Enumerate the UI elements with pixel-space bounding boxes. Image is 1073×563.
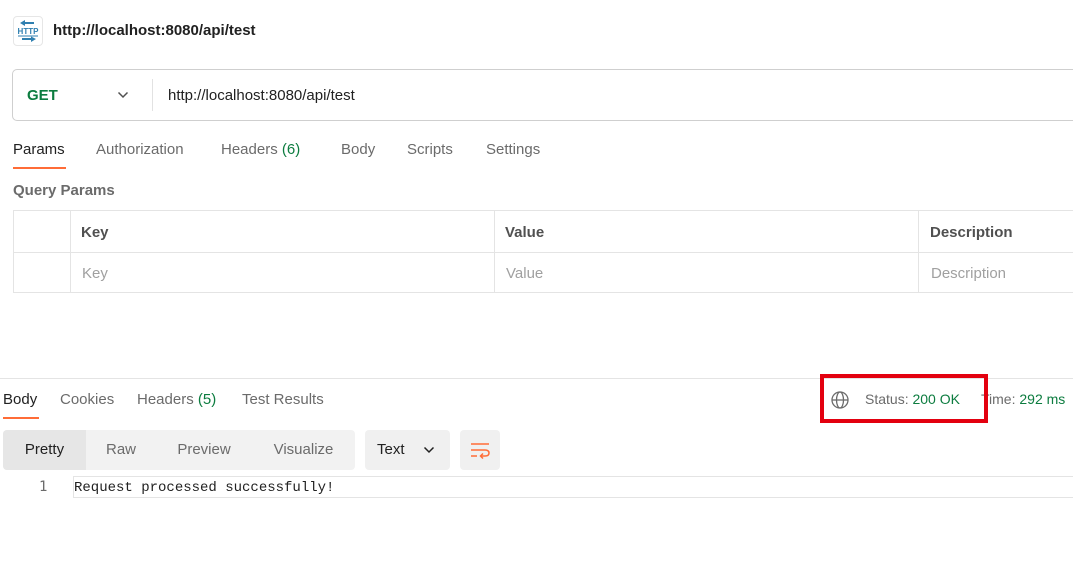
url-bar: GET http://localhost:8080/api/test bbox=[12, 69, 1073, 121]
chevron-down-icon[interactable] bbox=[116, 88, 130, 105]
tab-body[interactable]: Body bbox=[341, 141, 375, 158]
response-tab-headers-count: (5) bbox=[197, 391, 217, 408]
response-tab-test-results[interactable]: Test Results bbox=[242, 391, 324, 408]
tab-headers-count: (6) bbox=[281, 141, 301, 158]
table-header-row: Key Value Description bbox=[14, 211, 1073, 252]
chevron-down-icon bbox=[422, 443, 436, 460]
format-select[interactable]: Text bbox=[365, 430, 450, 470]
tab-scripts[interactable]: Scripts bbox=[407, 141, 453, 158]
tab-authorization[interactable]: Authorization bbox=[96, 141, 184, 158]
query-params-table: Key Value Description Key Value Descript… bbox=[13, 210, 1073, 293]
query-params-label: Query Params bbox=[13, 182, 115, 199]
tab-headers-label: Headers bbox=[221, 141, 278, 158]
response-tab-headers[interactable]: Headers (5) bbox=[137, 391, 216, 408]
wrap-lines-icon bbox=[471, 443, 490, 460]
column-header-key: Key bbox=[81, 224, 109, 241]
view-pretty-button[interactable]: Pretty bbox=[3, 430, 86, 470]
method-select[interactable]: GET bbox=[27, 87, 58, 104]
table-row: Key Value Description bbox=[14, 252, 1073, 293]
time-value: 292 ms bbox=[1019, 391, 1066, 407]
param-description-input[interactable]: Description bbox=[931, 265, 1006, 282]
view-raw-button[interactable]: Raw bbox=[86, 430, 156, 470]
response-time[interactable]: Time: 292 ms bbox=[981, 391, 1065, 407]
request-title[interactable]: http://localhost:8080/api/test bbox=[53, 22, 256, 39]
response-tab-active-indicator bbox=[3, 417, 39, 419]
column-header-description: Description bbox=[930, 224, 1013, 241]
svg-text:HTTP: HTTP bbox=[18, 27, 40, 36]
response-body-text: Request processed successfully! bbox=[74, 480, 335, 496]
tab-active-indicator bbox=[13, 167, 66, 169]
response-tab-cookies[interactable]: Cookies bbox=[60, 391, 114, 408]
column-header-value: Value bbox=[505, 224, 545, 241]
param-key-input[interactable]: Key bbox=[82, 265, 108, 282]
param-value-input[interactable]: Value bbox=[506, 265, 543, 282]
wrap-lines-button[interactable] bbox=[460, 430, 500, 470]
tab-headers[interactable]: Headers (6) bbox=[221, 141, 300, 158]
view-mode-toggle: Pretty Raw Preview Visualize bbox=[3, 430, 355, 470]
line-number: 1 bbox=[39, 479, 48, 495]
view-preview-button[interactable]: Preview bbox=[156, 430, 252, 470]
url-input[interactable]: http://localhost:8080/api/test bbox=[168, 87, 355, 104]
view-visualize-button[interactable]: Visualize bbox=[252, 430, 355, 470]
status-highlight-box bbox=[820, 374, 988, 423]
format-select-value: Text bbox=[377, 441, 405, 458]
url-divider bbox=[152, 79, 153, 111]
response-tab-headers-label: Headers bbox=[137, 391, 194, 408]
tab-params[interactable]: Params bbox=[13, 141, 65, 158]
code-line-highlight[interactable]: Request processed successfully! bbox=[73, 476, 1073, 498]
tab-settings[interactable]: Settings bbox=[486, 141, 540, 158]
response-tab-body[interactable]: Body bbox=[3, 391, 37, 408]
http-request-icon: HTTP bbox=[13, 16, 43, 46]
